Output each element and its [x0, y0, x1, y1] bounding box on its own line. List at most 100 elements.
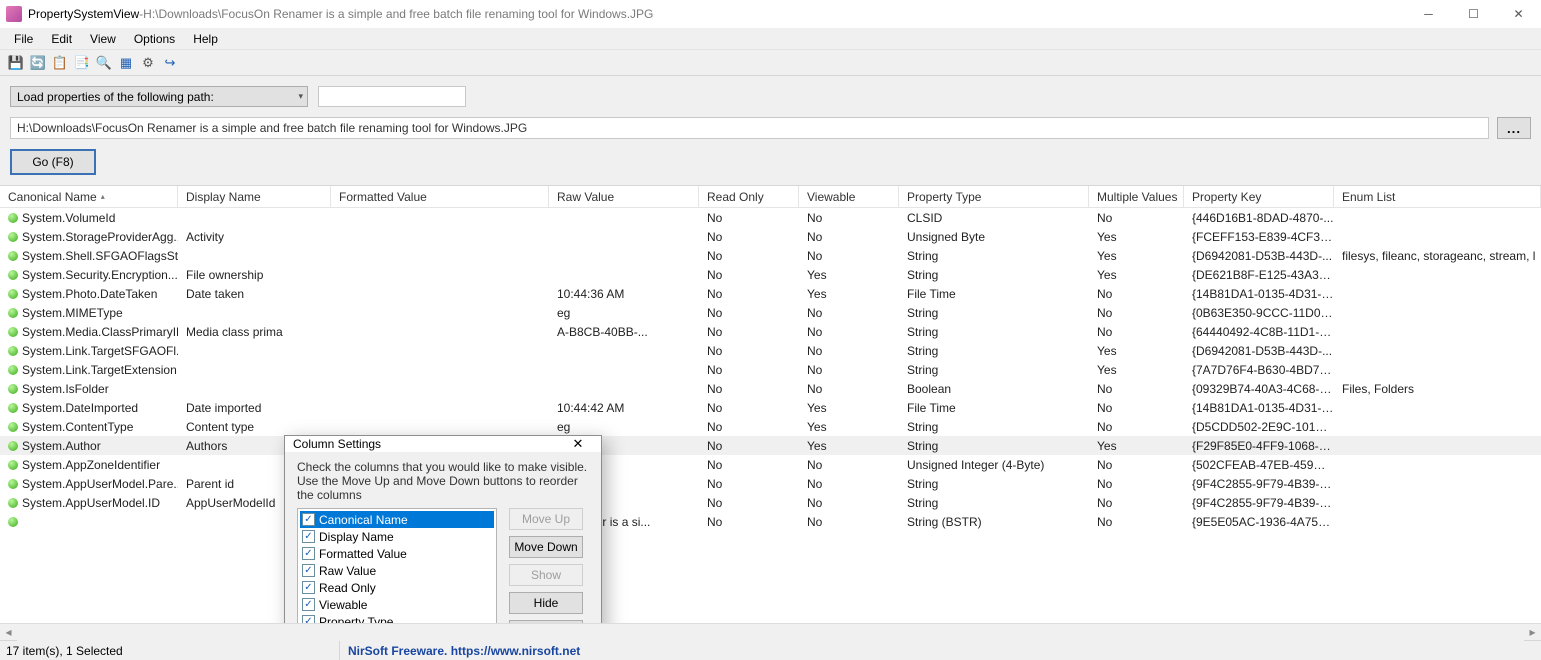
window-minimize-button[interactable]: ─ [1406, 0, 1451, 28]
path-input[interactable] [10, 117, 1489, 139]
cell: File Time [899, 401, 1089, 415]
copy-icon[interactable]: 📋 [52, 55, 68, 71]
find-icon[interactable]: 🔍 [96, 55, 112, 71]
col-header-property-type[interactable]: Property Type [899, 186, 1089, 207]
column-check-item[interactable]: ✓ Read Only [300, 579, 494, 596]
cell: No [1089, 306, 1184, 320]
cell: {0B63E350-9CCC-11D0-... [1184, 306, 1334, 320]
col-header-display-name[interactable]: Display Name [178, 186, 331, 207]
col-header-enum-list[interactable]: Enum List [1334, 186, 1541, 207]
checkbox-icon[interactable]: ✓ [302, 564, 315, 577]
load-secondary-field[interactable] [318, 86, 466, 107]
col-header-read-only[interactable]: Read Only [699, 186, 799, 207]
load-mode-combo[interactable]: Load properties of the following path: [10, 86, 308, 107]
column-check-item[interactable]: ✓ Formatted Value [300, 545, 494, 562]
window-close-button[interactable]: ✕ [1496, 0, 1541, 28]
columns-icon[interactable]: ▦ [118, 55, 134, 71]
cell: {09329B74-40A3-4C68-B... [1184, 382, 1334, 396]
save-icon[interactable]: 💾 [8, 55, 24, 71]
table-row[interactable]: System.Media.ClassPrimaryIDMedia class p… [0, 322, 1541, 341]
cell: No [699, 496, 799, 510]
cell: String [899, 344, 1089, 358]
horizontal-scrollbar[interactable]: ◂ ▸ [0, 623, 1541, 640]
column-check-item[interactable]: ✓Raw Value [300, 562, 494, 579]
cell: System.Shell.SFGAOFlagsStr... [0, 249, 178, 263]
column-check-item[interactable]: ✓Display Name [300, 528, 494, 545]
column-check-item[interactable]: ✓Viewable [300, 596, 494, 613]
cell: Yes [799, 268, 899, 282]
table-row[interactable]: System.Link.TargetExtensionNoNoStringYes… [0, 360, 1541, 379]
scroll-right-icon[interactable]: ▸ [1524, 624, 1541, 641]
checkbox-icon[interactable]: ✓ [302, 530, 315, 543]
col-header-canonical-name[interactable]: Canonical Name ▴ [0, 186, 178, 207]
table-row[interactable]: System.IsFolderNoNoBooleanNo{09329B74-40… [0, 379, 1541, 398]
col-header-property-key[interactable]: Property Key [1184, 186, 1334, 207]
column-checklist[interactable]: ✓Canonical Name✓Display Name✓Formatted V… [297, 508, 497, 623]
hide-button[interactable]: Hide [509, 592, 583, 614]
table-row[interactable]: System.AuthorAuthorsNoYesStringYes{F29F8… [0, 436, 1541, 455]
table-row[interactable]: System.Link.TargetSFGAOFl...NoNoStringYe… [0, 341, 1541, 360]
status-credit-link[interactable]: NirSoft Freeware. https://www.nirsoft.ne… [348, 644, 580, 658]
refresh-icon[interactable]: 🔄 [30, 55, 46, 71]
scroll-left-icon[interactable]: ◂ [0, 624, 17, 641]
cell: No [699, 363, 799, 377]
column-check-item[interactable]: ✓Property Type [300, 613, 494, 623]
checkbox-icon[interactable]: ✓ [302, 581, 315, 594]
dialog-title: Column Settings [293, 437, 381, 451]
browse-button[interactable]: ... [1497, 117, 1531, 139]
app-icon [6, 6, 22, 22]
list-body[interactable]: System.VolumeIdNoNoCLSIDNo{446D16B1-8DAD… [0, 208, 1541, 623]
table-row[interactable]: System.Shell.SFGAOFlagsStr...NoNoStringY… [0, 246, 1541, 265]
row-status-icon [8, 327, 18, 337]
table-row[interactable]: System.StorageProviderAgg...ActivityNoNo… [0, 227, 1541, 246]
cell: Date taken [178, 287, 331, 301]
properties-icon[interactable]: 📑 [74, 55, 90, 71]
cell: System.ContentType [0, 420, 178, 434]
window-maximize-button[interactable]: ☐ [1451, 0, 1496, 28]
move-up-button[interactable]: Move Up [509, 508, 583, 530]
col-header-viewable[interactable]: Viewable [799, 186, 899, 207]
cell: No [799, 458, 899, 472]
table-row[interactable]: System.MIMETypeegNoNoStringNo{0B63E350-9… [0, 303, 1541, 322]
table-row[interactable]: System.AppUserModel.Pare...Parent idNoNo… [0, 474, 1541, 493]
options-icon[interactable]: ⚙ [140, 55, 156, 71]
checkbox-icon[interactable]: ✓ [302, 547, 315, 560]
table-row[interactable]: System.DateImportedDate imported10:44:42… [0, 398, 1541, 417]
dialog-close-button[interactable]: ✕ [563, 436, 593, 452]
cell: No [1089, 382, 1184, 396]
cell: No [699, 420, 799, 434]
go-button[interactable]: Go (F8) [10, 149, 96, 175]
menu-item-edit[interactable]: Edit [43, 30, 80, 48]
exit-icon[interactable]: ↪ [162, 55, 178, 71]
column-check-label: Formatted Value [319, 547, 407, 561]
checkbox-icon[interactable]: ✓ [302, 513, 315, 526]
table-row[interactable]: System.VolumeIdNoNoCLSIDNo{446D16B1-8DAD… [0, 208, 1541, 227]
cell: {FCEFF153-E839-4CF3-A... [1184, 230, 1334, 244]
cell: No [1089, 325, 1184, 339]
table-row[interactable]: System.AppZoneIdentifierNoNoUnsigned Int… [0, 455, 1541, 474]
cell: No [799, 249, 899, 263]
table-row[interactable]: System.AppUserModel.IDAppUserModelIdNoNo… [0, 493, 1541, 512]
column-check-label: Read Only [319, 581, 376, 595]
move-down-button[interactable]: Move Down [509, 536, 583, 558]
checkbox-icon[interactable]: ✓ [302, 598, 315, 611]
col-header-raw-value[interactable]: Raw Value [549, 186, 699, 207]
col-header-multiple-values[interactable]: Multiple Values [1089, 186, 1184, 207]
table-row[interactable]: Renamer is a si...NoNoString (BSTR)No{9E… [0, 512, 1541, 531]
menu-item-file[interactable]: File [6, 30, 41, 48]
col-header-formatted-value[interactable]: Formatted Value [331, 186, 549, 207]
cell: File ownership [178, 268, 331, 282]
table-row[interactable]: System.Photo.DateTakenDate taken10:44:36… [0, 284, 1541, 303]
cell: No [699, 211, 799, 225]
cell [0, 517, 178, 527]
row-status-icon [8, 403, 18, 413]
table-row[interactable]: System.Security.Encryption...File owners… [0, 265, 1541, 284]
menu-item-view[interactable]: View [82, 30, 124, 48]
checkbox-icon[interactable]: ✓ [302, 615, 315, 623]
show-button[interactable]: Show [509, 564, 583, 586]
menu-item-help[interactable]: Help [185, 30, 226, 48]
table-row[interactable]: System.ContentTypeContent typeegNoYesStr… [0, 417, 1541, 436]
status-count: 17 item(s), 1 Selected [6, 644, 331, 658]
column-check-item[interactable]: ✓Canonical Name [300, 511, 494, 528]
menu-item-options[interactable]: Options [126, 30, 183, 48]
